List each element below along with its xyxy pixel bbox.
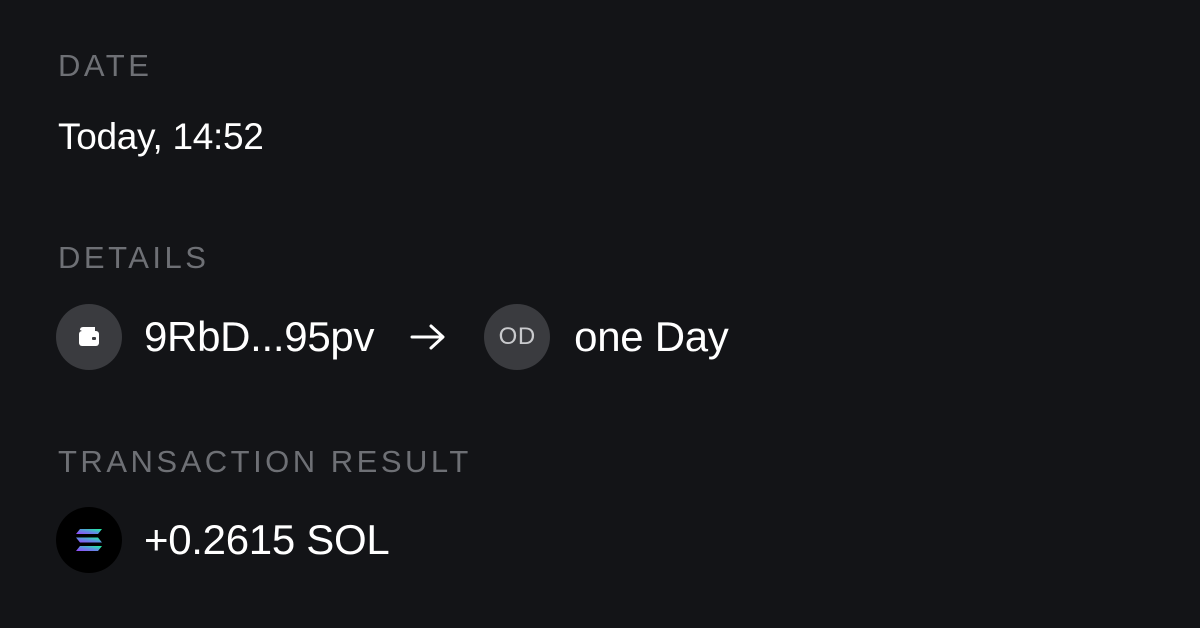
recipient-avatar: OD [484, 304, 551, 370]
arrow-right-icon [408, 317, 448, 357]
date-value: Today, 14:52 [58, 116, 264, 157]
sender-address[interactable]: 9RbD...95pv [144, 316, 374, 358]
details-row: 9RbD...95pv OD one Day [56, 304, 729, 370]
recipient-name[interactable]: one Day [574, 316, 729, 358]
details-section-label: DETAILS [58, 240, 210, 275]
wallet-icon [56, 304, 122, 370]
recipient-avatar-initials: OD [498, 323, 536, 350]
date-section-label: DATE [58, 48, 153, 83]
transaction-result-section-label: TRANSACTION RESULT [58, 444, 472, 479]
solana-icon [56, 507, 122, 573]
result-row: +0.2615 SOL [56, 507, 390, 573]
transaction-amount: +0.2615 SOL [144, 516, 390, 563]
